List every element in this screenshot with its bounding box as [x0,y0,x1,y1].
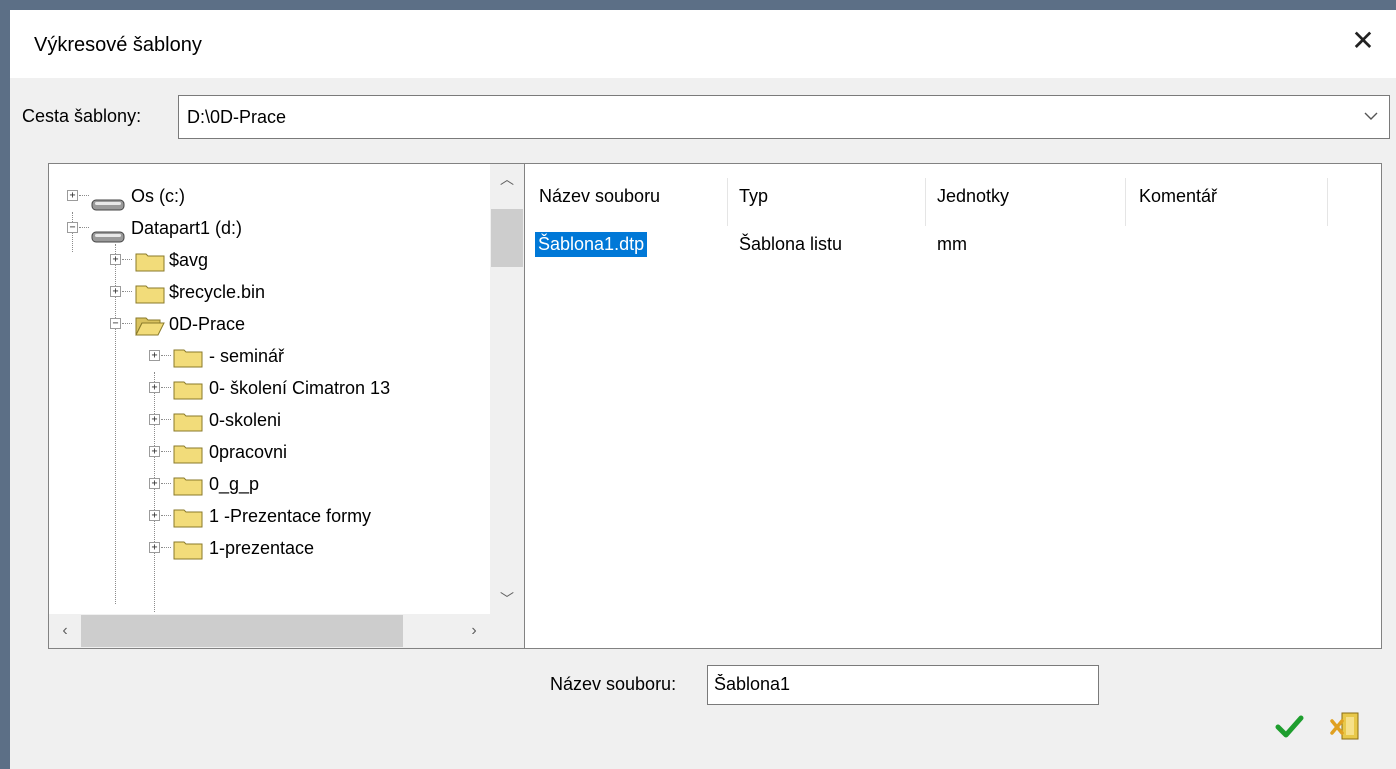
scroll-up-icon[interactable]: ︿ [490,164,524,194]
cell-units: mm [937,234,967,254]
tree-connector [79,195,89,196]
tree-item-label: Datapart1 (d:) [131,218,243,238]
cancel-exit-icon [1324,712,1366,751]
folder-open-icon [135,314,165,346]
column-divider [1327,178,1328,226]
tree-connector [122,291,132,292]
folder-icon [135,282,165,314]
cancel-button[interactable] [1324,705,1366,747]
column-divider [925,178,926,226]
templates-dialog: Výkresové šablony ✕ Cesta šablony: D:\0D… [10,10,1396,769]
tree-item-label: 0_g_p [209,474,260,494]
tree-item-label: - seminář [209,346,285,366]
expand-icon[interactable]: + [149,446,160,457]
chevron-down-icon[interactable] [1361,104,1381,128]
tree-item-label: Os (c:) [131,186,185,206]
cell-type: Šablona listu [739,234,843,254]
tree-vertical-scrollbar[interactable]: ︿ ﹀ [490,164,524,614]
drive-icon [91,222,125,254]
template-path-combo[interactable]: D:\0D-Prace [178,95,1390,139]
column-header-units[interactable]: Jednotky [937,186,1009,207]
expand-icon[interactable]: + [149,478,160,489]
filename-label: Název souboru: [550,674,677,694]
tree-item-label: $avg [169,250,209,270]
column-divider [727,178,728,226]
expand-icon[interactable]: + [149,542,160,553]
template-file-list[interactable]: Název souboru Typ Jednotky Komentář Šabl… [524,163,1382,649]
expand-icon[interactable]: + [149,510,160,521]
tree-horizontal-scrollbar[interactable]: ‹ › [49,614,490,648]
scroll-thumb[interactable] [81,615,403,647]
template-path-value: D:\0D-Prace [187,107,287,127]
folder-icon [173,506,203,538]
filename-input[interactable] [714,674,1084,695]
tree-item-label: 0pracovni [209,442,288,462]
tree-connector [161,419,171,420]
scrollbar-corner [490,614,524,648]
folder-icon [135,250,165,282]
column-divider [1125,178,1126,226]
tree-connector [161,355,171,356]
column-header-comment[interactable]: Komentář [1139,186,1217,207]
tree-connector [122,259,132,260]
folder-icon [173,378,203,410]
tree-connector [161,515,171,516]
scroll-left-icon[interactable]: ‹ [49,614,81,648]
filename-field[interactable] [707,665,1099,705]
title-bar: Výkresové šablony ✕ [10,10,1396,78]
tree-item-label: 1 -Prezentace formy [209,506,372,526]
collapse-icon[interactable]: − [110,318,121,329]
column-header-filename[interactable]: Název souboru [539,186,660,207]
folder-icon [173,346,203,378]
tree-item-label: 0-skoleni [209,410,282,430]
window-title: Výkresové šablony [34,34,202,56]
tree-connector [79,227,89,228]
expand-icon[interactable]: + [149,414,160,425]
tree-connector [161,387,171,388]
check-icon [1268,715,1310,751]
tree-item-label: 0D-Prace [169,314,246,334]
expand-icon[interactable]: + [110,286,121,297]
folder-tree[interactable]: + Os (c:) − Datapart1 (d:) + $avg + $rec… [48,163,525,649]
expand-icon[interactable]: + [149,382,160,393]
tree-item-label: 0- školení Cimatron 13 [209,378,391,398]
tree-item-label: 1-prezentace [209,538,315,558]
column-header-type[interactable]: Typ [739,186,768,207]
tree-item-label: $recycle.bin [169,282,266,302]
tree-connector [161,483,171,484]
collapse-icon[interactable]: − [67,222,78,233]
folder-icon [173,474,203,506]
tree-connector [161,451,171,452]
expand-icon[interactable]: + [110,254,121,265]
folder-icon [173,442,203,474]
cell-filename[interactable]: Šablona1.dtp [535,232,648,257]
folder-icon [173,410,203,442]
expand-icon[interactable]: + [149,350,160,361]
template-path-label: Cesta šablony: [22,106,142,126]
folder-icon [173,538,203,570]
close-icon[interactable]: ✕ [1348,26,1378,56]
tree-connector [154,372,155,612]
tree-connector [122,323,132,324]
ok-button[interactable] [1268,705,1310,747]
tree-connector [161,547,171,548]
scroll-down-icon[interactable]: ﹀ [490,584,524,614]
expand-icon[interactable]: + [67,190,78,201]
drive-icon [91,190,125,222]
tree-connector [115,244,116,604]
scroll-thumb[interactable] [491,209,523,267]
scroll-right-icon[interactable]: › [458,614,490,648]
